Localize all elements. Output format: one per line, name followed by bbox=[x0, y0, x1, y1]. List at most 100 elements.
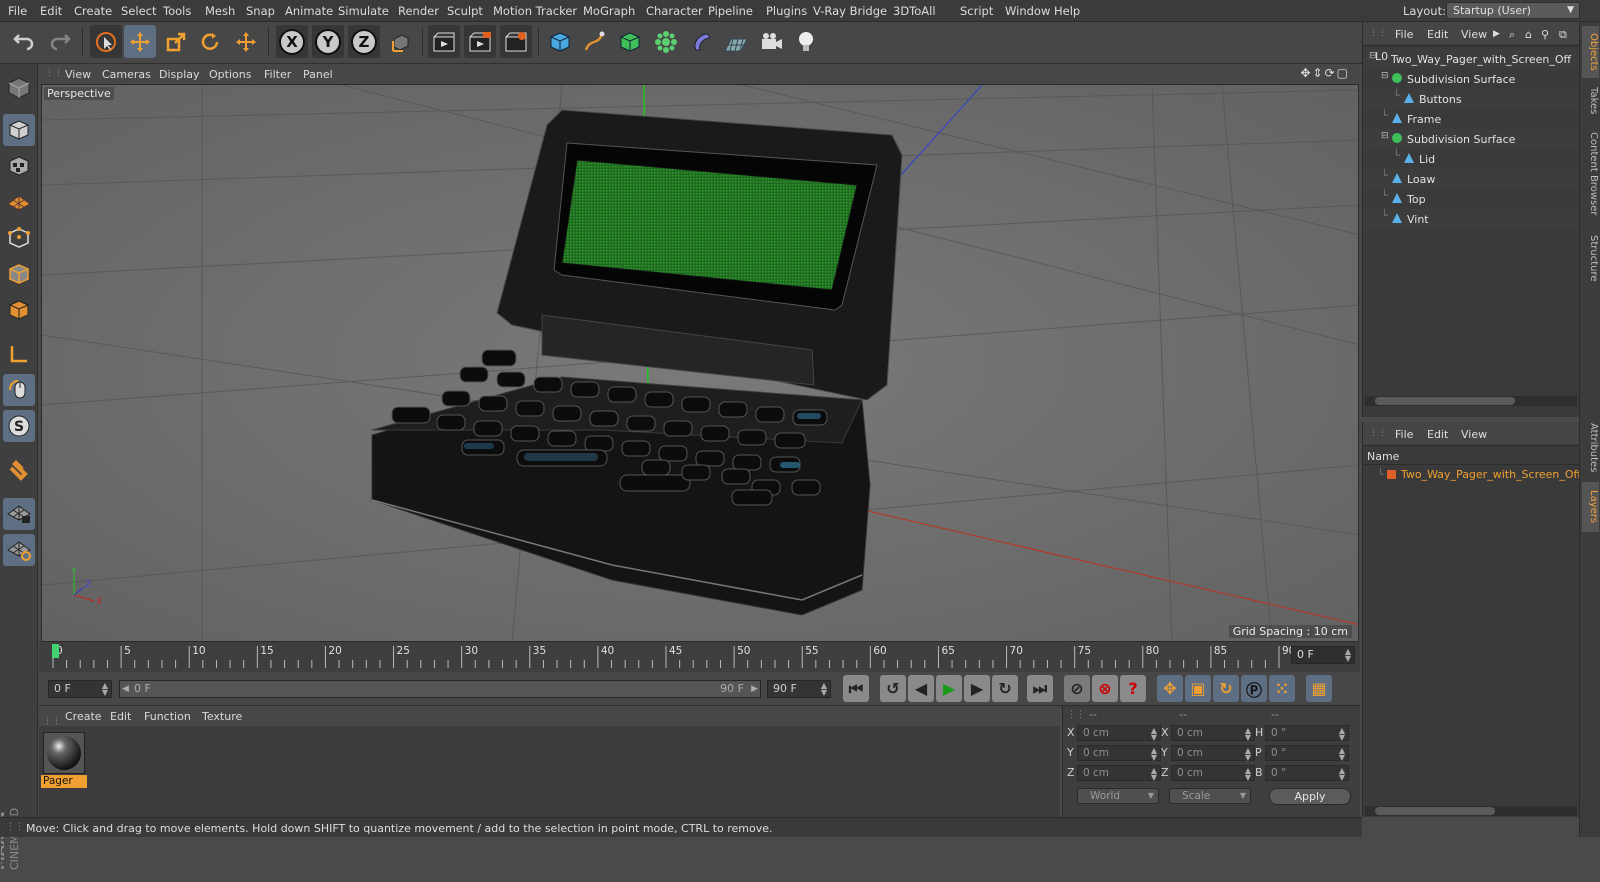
points-mode-button[interactable] bbox=[3, 222, 35, 254]
object-row[interactable]: ⊟ Subdivision Surface bbox=[1363, 69, 1580, 89]
edges-mode-button[interactable] bbox=[3, 258, 35, 290]
object-row[interactable]: └ Vint bbox=[1363, 209, 1580, 229]
viewport-menu-cameras[interactable]: Cameras bbox=[102, 68, 151, 81]
position-field[interactable]: 0 cm ▲ ▼ bbox=[1077, 725, 1161, 742]
floor-environment-button[interactable] bbox=[720, 25, 752, 58]
timeline[interactable]: 051015202530354045505560657075808590 0 F… bbox=[39, 642, 1360, 672]
tab-structure[interactable]: Structure bbox=[1582, 227, 1599, 289]
layer-scrollbar[interactable] bbox=[1365, 806, 1577, 816]
move-tool-button[interactable] bbox=[124, 25, 156, 58]
home-icon[interactable]: ⌂ bbox=[1525, 28, 1532, 41]
menu-pipeline[interactable]: Pipeline bbox=[708, 4, 753, 18]
rotation-field[interactable]: 0 ° ▲ ▼ bbox=[1265, 745, 1349, 762]
layer-menu-file[interactable]: File bbox=[1395, 428, 1413, 441]
next-frame-button[interactable]: ▶ bbox=[964, 675, 990, 702]
material-name-label[interactable]: Pager bbox=[41, 775, 87, 788]
recent-tool-button[interactable] bbox=[230, 25, 262, 58]
position-field[interactable]: 0 cm ▲ ▼ bbox=[1077, 765, 1161, 782]
mograph-cloner-button[interactable] bbox=[650, 25, 682, 58]
object-scrollbar[interactable] bbox=[1365, 396, 1577, 406]
redo-button[interactable] bbox=[44, 25, 76, 58]
viewport-menu-filter[interactable]: Filter bbox=[264, 68, 291, 81]
menu-file[interactable]: File bbox=[8, 4, 27, 18]
menu-snap[interactable]: Snap bbox=[246, 4, 275, 18]
play-button[interactable]: ▶ bbox=[936, 675, 962, 702]
keyframe-selection-button[interactable]: ? bbox=[1120, 675, 1146, 702]
tab-content-browser[interactable]: Content Browser bbox=[1582, 124, 1599, 224]
coordinate-space-dropdown[interactable]: World ▼ bbox=[1077, 788, 1159, 804]
menu-mograph[interactable]: MoGraph bbox=[583, 4, 635, 18]
menu-select[interactable]: Select bbox=[121, 4, 156, 18]
light-button[interactable] bbox=[790, 25, 822, 58]
menu-mesh[interactable]: Mesh bbox=[205, 4, 235, 18]
new-window-icon[interactable]: ⧉ bbox=[1559, 28, 1567, 42]
search-icon[interactable]: ⌕ bbox=[1509, 28, 1515, 42]
obj-menu-file[interactable]: File bbox=[1395, 28, 1413, 41]
camera-button[interactable] bbox=[756, 25, 788, 58]
deformer-bend-button[interactable] bbox=[686, 25, 718, 58]
menu-edit[interactable]: Edit bbox=[40, 4, 62, 18]
render-settings-button[interactable] bbox=[500, 25, 532, 58]
size-mode-dropdown[interactable]: Scale ▼ bbox=[1169, 788, 1251, 804]
current-frame-field[interactable]: 0 F ▲ ▼ bbox=[1291, 646, 1355, 664]
menu-simulate[interactable]: Simulate bbox=[338, 4, 389, 18]
timeline-window-button[interactable]: ▦ bbox=[1306, 675, 1332, 702]
position-field[interactable]: 0 cm ▲ ▼ bbox=[1077, 745, 1161, 762]
layout-dropdown[interactable]: Startup (User) ▼ bbox=[1446, 2, 1580, 19]
object-row[interactable]: └ Buttons bbox=[1363, 89, 1580, 109]
menu-motion-tracker[interactable]: Motion Tracker bbox=[493, 4, 577, 18]
menu-script[interactable]: Script bbox=[960, 4, 993, 18]
coordinate-system-button[interactable] bbox=[384, 25, 416, 58]
material-menu-texture[interactable]: Texture bbox=[202, 710, 242, 723]
autokey-button[interactable]: ⊗ bbox=[1092, 675, 1118, 702]
menu-arrow-icon[interactable]: ▶ bbox=[1493, 29, 1500, 39]
enable-axis-button[interactable] bbox=[3, 338, 35, 370]
material-menu-edit[interactable]: Edit bbox=[110, 710, 131, 723]
object-row[interactable]: └ Frame bbox=[1363, 109, 1580, 129]
tab-layers[interactable]: Layers bbox=[1582, 482, 1599, 532]
x-axis-lock-button[interactable]: X bbox=[276, 25, 308, 58]
apply-button[interactable]: Apply bbox=[1269, 788, 1351, 805]
render-picture-viewer-button[interactable] bbox=[464, 25, 496, 58]
menu-3dtoall[interactable]: 3DToAll bbox=[893, 4, 936, 18]
planar-workplane-button[interactable] bbox=[3, 534, 35, 566]
viewport-menu-view[interactable]: View bbox=[65, 68, 91, 81]
pen-spline-button[interactable] bbox=[578, 25, 610, 58]
obj-menu-edit[interactable]: Edit bbox=[1427, 28, 1448, 41]
timeline-ruler[interactable]: 051015202530354045505560657075808590 bbox=[49, 642, 1291, 672]
size-field[interactable]: 0 cm ▲ ▼ bbox=[1171, 725, 1255, 742]
size-field[interactable]: 0 cm ▲ ▼ bbox=[1171, 745, 1255, 762]
model-mode-button[interactable] bbox=[3, 114, 35, 146]
key-scale-button[interactable]: ▣ bbox=[1185, 675, 1211, 702]
key-pla-button[interactable]: ⁙ bbox=[1269, 675, 1295, 702]
menu-sculpt[interactable]: Sculpt bbox=[447, 4, 483, 18]
tab-objects[interactable]: Objects bbox=[1582, 26, 1599, 78]
end-frame-field[interactable]: 90 F ▲ ▼ bbox=[767, 680, 831, 698]
tweak-mode-button[interactable] bbox=[3, 374, 35, 406]
key-rotation-button[interactable]: ↻ bbox=[1213, 675, 1239, 702]
locked-workplane-button[interactable] bbox=[3, 498, 35, 530]
start-frame-field[interactable]: 0 F ▲ ▼ bbox=[48, 680, 112, 698]
magnet-snap-icon[interactable] bbox=[3, 454, 35, 486]
menu-v-ray-bridge[interactable]: V-Ray Bridge bbox=[813, 4, 887, 18]
object-row[interactable]: ⊟ Subdivision Surface bbox=[1363, 129, 1580, 149]
viewport-menu-panel[interactable]: Panel bbox=[303, 68, 333, 81]
obj-menu-view[interactable]: View bbox=[1461, 28, 1487, 41]
workplane-mode-button[interactable] bbox=[3, 186, 35, 218]
goto-start-button[interactable]: ⏮ bbox=[843, 675, 869, 702]
viewport-menu-display[interactable]: Display bbox=[159, 68, 200, 81]
expand-icon[interactable]: ⊟ bbox=[1381, 131, 1389, 141]
viewport-navigation-icons[interactable]: ✥⇕⟳▢ bbox=[1300, 66, 1350, 80]
layer-row[interactable]: └ Two_Way_Pager_with_Screen_Off bbox=[1363, 466, 1581, 483]
viewport-menu-options[interactable]: Options bbox=[209, 68, 251, 81]
rotate-tool-button[interactable] bbox=[194, 25, 226, 58]
menu-render[interactable]: Render bbox=[398, 4, 439, 18]
material-menu-create[interactable]: Create bbox=[65, 710, 102, 723]
menu-tools[interactable]: Tools bbox=[163, 4, 191, 18]
scale-tool-button[interactable] bbox=[160, 25, 192, 58]
object-row[interactable]: └ Top bbox=[1363, 189, 1580, 209]
render-view-button[interactable] bbox=[428, 25, 460, 58]
subdivision-surface-button[interactable] bbox=[614, 25, 646, 58]
previous-frame-button[interactable]: ◀ bbox=[908, 675, 934, 702]
key-parameter-button[interactable]: Ⓟ bbox=[1241, 675, 1267, 702]
